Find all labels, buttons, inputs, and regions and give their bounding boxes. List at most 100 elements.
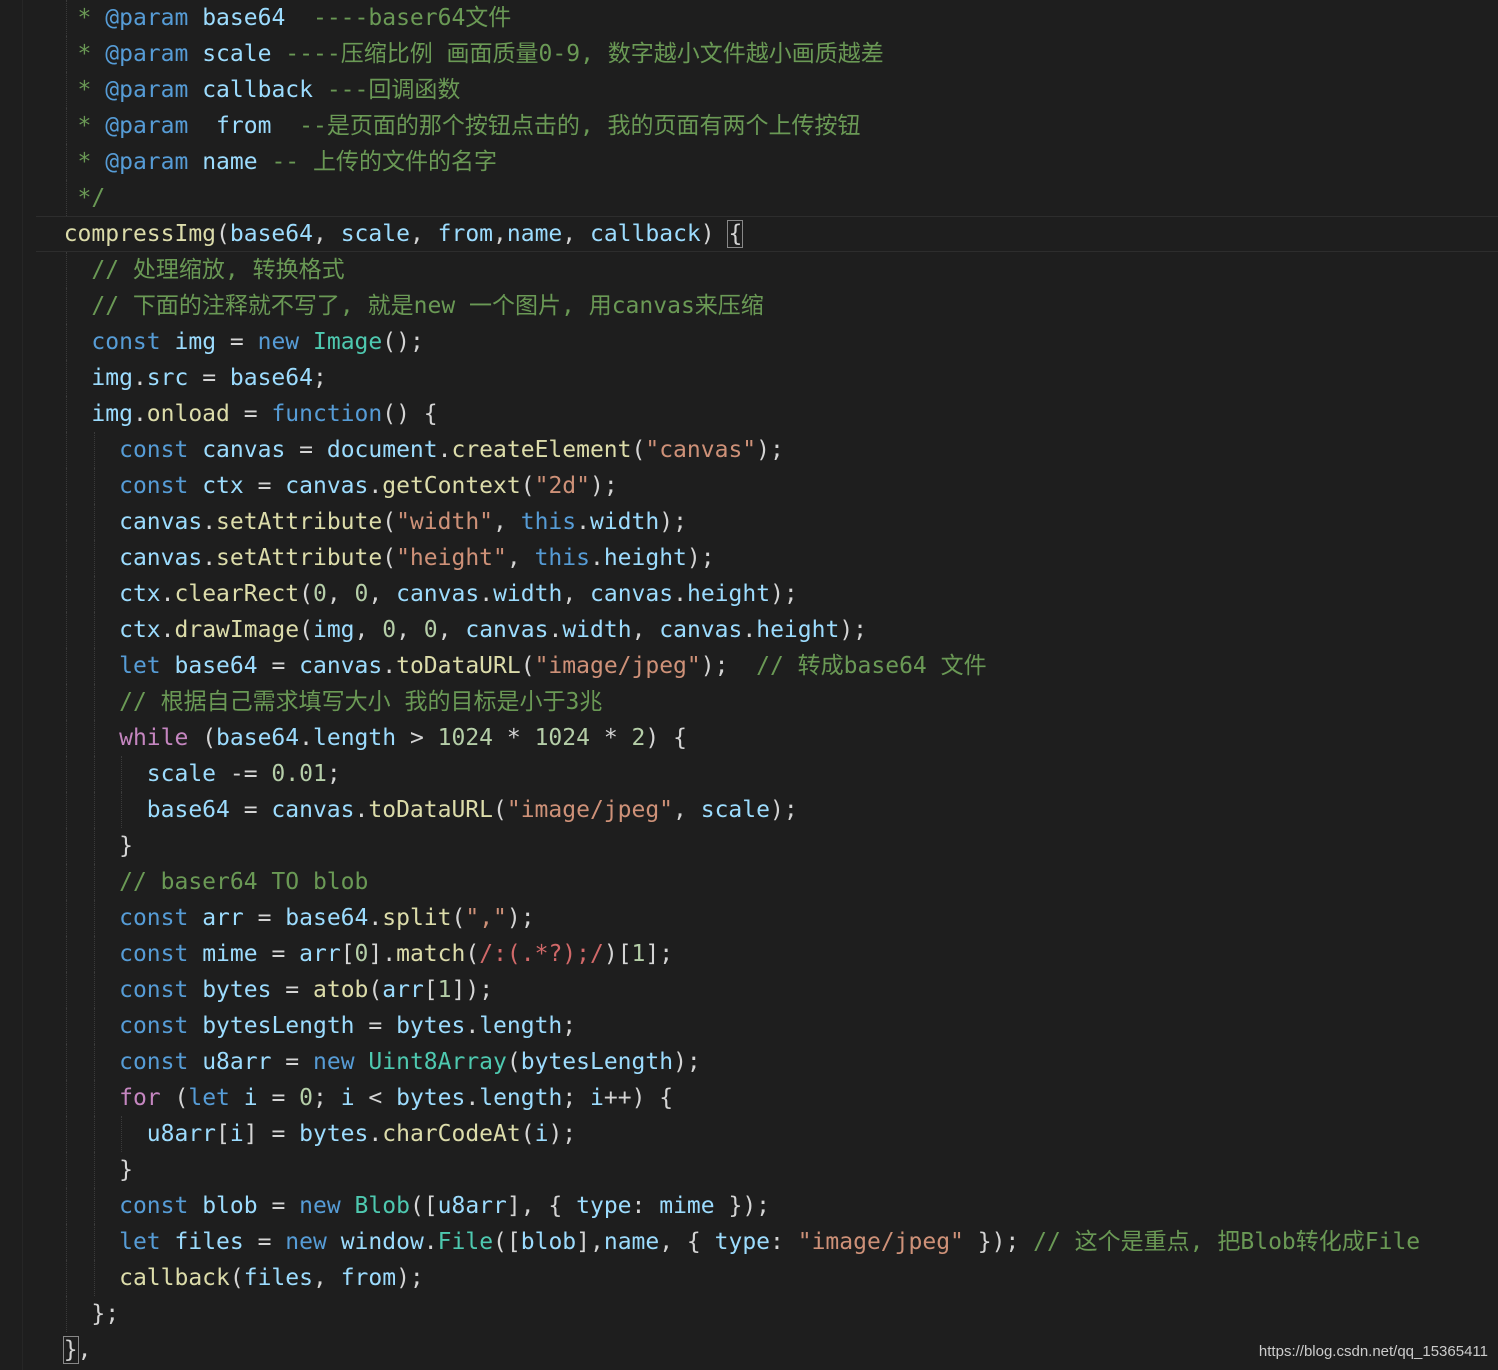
- code-token: const: [119, 1193, 189, 1219]
- code-token: =: [257, 1193, 300, 1219]
- code-line[interactable]: const img = new Image();: [36, 324, 1498, 360]
- code-line[interactable]: img.src = base64;: [36, 360, 1498, 396]
- code-token: length: [313, 725, 397, 751]
- code-token: // 根据自己需求填写大小 我的目标是小于3兆: [119, 689, 603, 715]
- code-token: (: [520, 1121, 535, 1147]
- code-token: (: [631, 437, 646, 463]
- code-line[interactable]: canvas.setAttribute("width", this.width)…: [36, 504, 1498, 540]
- code-token: scale: [146, 761, 217, 787]
- code-line[interactable]: img.onload = function() {: [36, 396, 1498, 432]
- code-line[interactable]: const blob = new Blob([u8arr], { type: m…: [36, 1188, 1498, 1224]
- code-token: ,: [631, 617, 660, 643]
- code-area[interactable]: * @param base64 ----baser64文件 * @param s…: [36, 0, 1498, 1368]
- code-token: base64: [216, 725, 300, 751]
- code-token: bytes: [396, 1085, 466, 1111]
- code-line[interactable]: */: [36, 180, 1498, 216]
- code-token: getContext: [382, 473, 521, 499]
- code-line[interactable]: // 处理缩放, 转换格式: [36, 252, 1498, 288]
- code-line[interactable]: * @param callback ---回调函数: [36, 72, 1498, 108]
- editor-gutter: [0, 0, 23, 1370]
- code-line[interactable]: let files = new window.File([blob],name,…: [36, 1224, 1498, 1260]
- code-token: i: [340, 1085, 355, 1111]
- code-line[interactable]: // baser64 TO blob: [36, 864, 1498, 900]
- code-token: length: [479, 1085, 563, 1111]
- code-token: =: [257, 1085, 300, 1111]
- code-token: "height": [396, 545, 507, 571]
- code-line[interactable]: callback(files, from);: [36, 1260, 1498, 1296]
- code-line[interactable]: * @param from --是页面的那个按钮点击的, 我的页面有两个上传按钮: [36, 108, 1498, 144]
- code-line[interactable]: const bytes = atob(arr[1]);: [36, 972, 1498, 1008]
- code-token: .: [589, 545, 604, 571]
- code-token: ], {: [506, 1193, 577, 1219]
- code-token: );: [548, 1121, 577, 1147]
- code-line[interactable]: while (base64.length > 1024 * 1024 * 2) …: [36, 720, 1498, 756]
- code-token: .: [437, 437, 452, 463]
- code-line[interactable]: u8arr[i] = bytes.charCodeAt(i);: [36, 1116, 1498, 1152]
- code-line[interactable]: * @param name -- 上传的文件的名字: [36, 144, 1498, 180]
- code-line[interactable]: const arr = base64.split(",");: [36, 900, 1498, 936]
- code-token: [: [423, 977, 438, 1003]
- code-token: ]);: [451, 977, 494, 1003]
- code-token: arr: [202, 905, 244, 931]
- code-token: =: [271, 1049, 313, 1075]
- code-token: .: [465, 1085, 480, 1111]
- code-token: u8arr: [437, 1193, 507, 1219]
- code-line[interactable]: const mime = arr[0].match(/:(.*?);/)[1];: [36, 936, 1498, 972]
- code-editor[interactable]: * @param base64 ----baser64文件 * @param s…: [0, 0, 1498, 1370]
- code-line[interactable]: * @param base64 ----baser64文件: [36, 0, 1498, 36]
- code-token: 0: [354, 581, 369, 607]
- code-line[interactable]: * @param scale ----压缩比例 画面质量0-9, 数字越小文件越…: [36, 36, 1498, 72]
- code-line[interactable]: }: [36, 828, 1498, 864]
- code-line[interactable]: ctx.clearRect(0, 0, canvas.width, canvas…: [36, 576, 1498, 612]
- code-line[interactable]: let base64 = canvas.toDataURL("image/jpe…: [36, 648, 1498, 684]
- code-line[interactable]: scale -= 0.01;: [36, 756, 1498, 792]
- code-token: (: [451, 905, 466, 931]
- code-token: ,: [77, 1337, 92, 1363]
- code-line[interactable]: compressImg(base64, scale, from,name, ca…: [36, 216, 1498, 252]
- code-token: *: [589, 725, 632, 751]
- code-line[interactable]: ctx.drawImage(img, 0, 0, canvas.width, c…: [36, 612, 1498, 648]
- code-line[interactable]: }: [36, 1152, 1498, 1188]
- code-line[interactable]: for (let i = 0; i < bytes.length; i++) {: [36, 1080, 1498, 1116]
- code-token: )[: [603, 941, 632, 967]
- code-token: new: [299, 1193, 341, 1219]
- code-line[interactable]: // 下面的注释就不写了, 就是new 一个图片, 用canvas来压缩: [36, 288, 1498, 324]
- code-token: document: [326, 437, 438, 463]
- code-line[interactable]: };: [36, 1296, 1498, 1332]
- code-line[interactable]: const bytesLength = bytes.length;: [36, 1008, 1498, 1044]
- code-token: .: [465, 1013, 480, 1039]
- code-token: );: [396, 1265, 424, 1291]
- code-token: base64: [174, 653, 258, 679]
- code-token: ++) {: [603, 1085, 674, 1111]
- code-token: canvas: [299, 653, 383, 679]
- code-token: .: [299, 725, 313, 751]
- code-line[interactable]: base64 = canvas.toDataURL("image/jpeg", …: [36, 792, 1498, 828]
- code-line[interactable]: const canvas = document.createElement("c…: [36, 432, 1498, 468]
- code-token: type: [714, 1229, 771, 1255]
- code-line[interactable]: canvas.setAttribute("height", this.heigh…: [36, 540, 1498, 576]
- code-token: ,: [506, 545, 535, 571]
- code-token: (: [520, 653, 535, 679]
- code-token: /:(.*?);/: [479, 941, 604, 967]
- code-line[interactable]: // 根据自己需求填写大小 我的目标是小于3兆: [36, 684, 1498, 720]
- code-token: canvas: [271, 797, 355, 823]
- code-line[interactable]: const ctx = canvas.getContext("2d");: [36, 468, 1498, 504]
- code-line[interactable]: const u8arr = new Uint8Array(bytesLength…: [36, 1044, 1498, 1080]
- code-token: this: [520, 509, 577, 535]
